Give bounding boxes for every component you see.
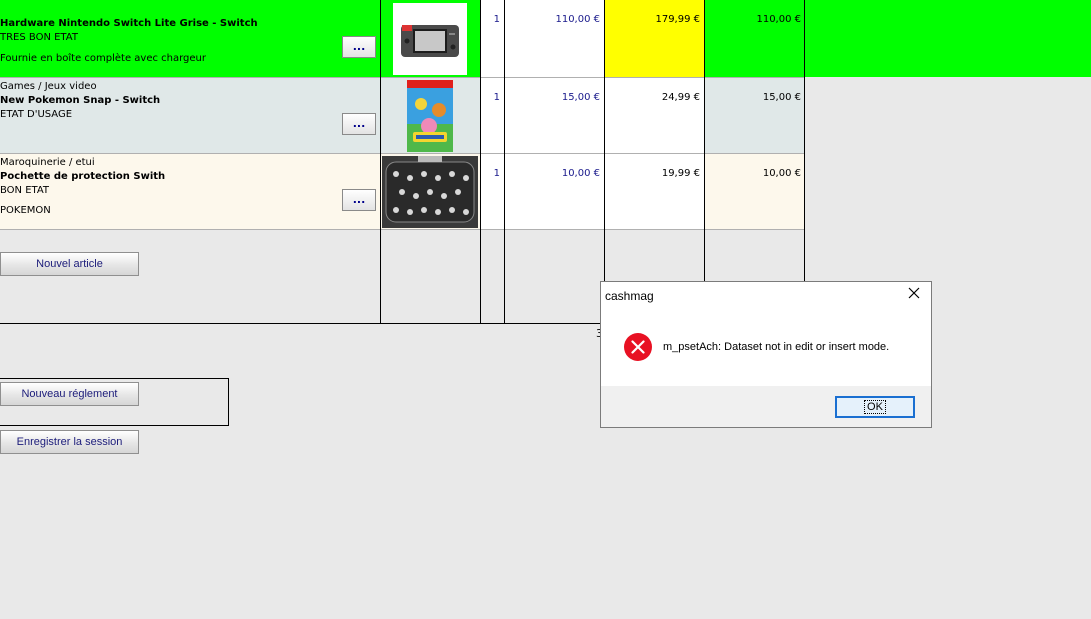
image-cell xyxy=(381,154,480,229)
close-icon[interactable] xyxy=(907,286,921,305)
item-total: 110,00 € xyxy=(756,14,801,25)
qty-cell: 1 xyxy=(481,154,504,229)
image-cell xyxy=(381,78,480,153)
item-name: Pochette de protection Swith xyxy=(0,171,166,182)
item-total: 10,00 € xyxy=(762,168,801,179)
description-cell: Games / Jeux video New Pokemon Snap - Sw… xyxy=(0,78,380,153)
item-condition: ETAT D'USAGE xyxy=(0,109,73,120)
item-category: Games / Jeux video xyxy=(0,81,97,92)
item-qty: 1 xyxy=(493,168,500,179)
item-details-button[interactable]: ... xyxy=(342,36,376,58)
row-divider xyxy=(0,229,805,230)
new-payment-button[interactable]: Nouveau réglement xyxy=(0,382,139,406)
item-total: 15,00 € xyxy=(762,92,801,103)
error-dialog: cashmag m_psetAch: Dataset not in edit o… xyxy=(600,281,932,428)
ok-button[interactable]: OK xyxy=(835,396,915,418)
item-sale-price: 24,99 € xyxy=(661,92,700,103)
total-cell: 110,00 € xyxy=(705,0,805,77)
item-qty: 1 xyxy=(493,14,500,25)
purchase-price-cell: 15,00 € xyxy=(505,78,604,153)
table-row[interactable]: Games / Jeux video New Pokemon Snap - Sw… xyxy=(0,78,805,153)
item-sale-price: 179,99 € xyxy=(655,14,700,25)
dialog-message: m_psetAch: Dataset not in edit or insert… xyxy=(663,341,890,353)
table-row[interactable]: Maroquinerie / etui Pochette de protecti… xyxy=(0,154,805,229)
item-note: Fournie en boîte complète avec chargeur xyxy=(0,53,207,64)
pokemon-pouch-icon xyxy=(382,156,478,228)
row-divider xyxy=(0,153,805,154)
dialog-footer: OK xyxy=(601,386,931,427)
item-qty: 1 xyxy=(493,92,500,103)
item-category: Maroquinerie / etui xyxy=(0,157,95,168)
table-bottom-border xyxy=(0,323,600,324)
error-x-icon xyxy=(623,332,653,362)
column-divider xyxy=(604,0,605,282)
nintendo-switch-lite-box-icon xyxy=(393,3,467,75)
image-cell xyxy=(381,0,480,77)
description-cell: Hardware Nintendo Switch Lite Grise - Sw… xyxy=(0,0,380,77)
item-name: New Pokemon Snap - Switch xyxy=(0,95,161,106)
sale-price-cell: 19,99 € xyxy=(605,154,704,229)
sale-price-cell: 24,99 € xyxy=(605,78,704,153)
item-details-button[interactable]: ... xyxy=(342,189,376,211)
new-article-button[interactable]: Nouvel article xyxy=(0,252,139,276)
ok-button-label: OK xyxy=(864,400,886,414)
table-row[interactable]: Hardware Nintendo Switch Lite Grise - Sw… xyxy=(0,0,805,77)
item-sale-price: 19,99 € xyxy=(661,168,700,179)
qty-cell: 1 xyxy=(481,78,504,153)
save-session-button[interactable]: Enregistrer la session xyxy=(0,430,139,454)
item-purchase-price: 110,00 € xyxy=(555,14,600,25)
column-divider xyxy=(704,0,705,282)
column-divider xyxy=(804,0,805,282)
item-purchase-price: 15,00 € xyxy=(561,92,600,103)
description-cell: Maroquinerie / etui Pochette de protecti… xyxy=(0,154,380,229)
column-divider xyxy=(380,0,381,324)
qty-cell: 1 xyxy=(481,0,504,77)
purchase-price-cell: 110,00 € xyxy=(505,0,604,77)
item-purchase-price: 10,00 € xyxy=(561,168,600,179)
pokemon-snap-cover-icon xyxy=(407,80,453,152)
item-condition: TRES BON ETAT xyxy=(0,32,78,43)
item-details-button[interactable]: ... xyxy=(342,113,376,135)
column-divider xyxy=(504,0,505,324)
item-condition: BON ETAT xyxy=(0,185,50,196)
total-cell: 10,00 € xyxy=(705,154,805,229)
column-divider xyxy=(480,0,481,324)
dialog-title: cashmag xyxy=(605,289,654,303)
item-name: Hardware Nintendo Switch Lite Grise - Sw… xyxy=(0,18,258,29)
row-divider xyxy=(0,77,805,78)
total-cell: 15,00 € xyxy=(705,78,805,153)
item-note: POKEMON xyxy=(0,205,51,216)
purchase-price-cell: 10,00 € xyxy=(505,154,604,229)
sale-price-cell: 179,99 € xyxy=(605,0,704,77)
